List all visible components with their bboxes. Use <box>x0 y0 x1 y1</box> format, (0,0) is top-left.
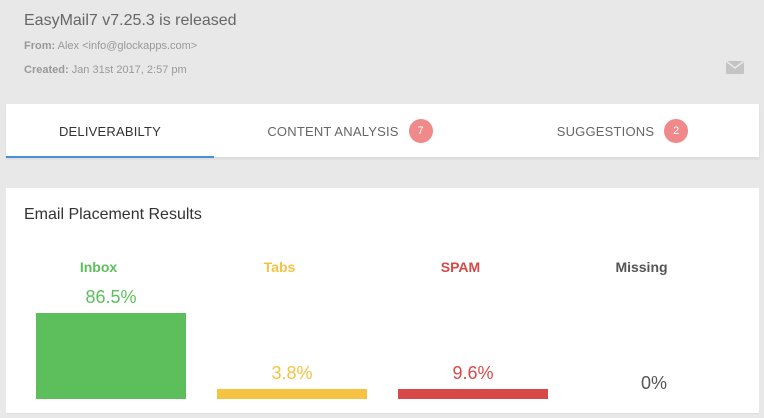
tab-deliverability-label: DELIVERABILTY <box>58 123 162 139</box>
placement-spam: SPAM 9.6% <box>373 188 548 414</box>
created-label: Created: <box>24 64 69 76</box>
envelope-icon[interactable] <box>726 61 744 74</box>
tab-deliverability[interactable]: DELIVERABILTY <box>6 104 214 158</box>
tabs-label: Tabs <box>263 259 296 275</box>
placement-inbox: Inbox 86.5% <box>11 188 186 414</box>
spam-value: 9.6% <box>452 363 494 383</box>
tab-suggestions-label: SUGGESTIONS <box>556 123 655 139</box>
tab-content-analysis[interactable]: CONTENT ANALYSIS 7 <box>214 104 486 158</box>
inbox-value: 86.5% <box>85 286 137 307</box>
placement-results-card: Email Placement Results Inbox 86.5% Tabs… <box>6 188 759 414</box>
email-subject: EasyMail7 v7.25.3 is released <box>24 12 237 29</box>
inbox-bar <box>36 312 186 399</box>
email-header: EasyMail7 v7.25.3 is released From: Alex… <box>0 0 764 104</box>
email-from: From: Alex <info@glockapps.com> <box>24 40 197 52</box>
placement-tabs: Tabs 3.8% <box>192 188 367 414</box>
missing-value: 0% <box>640 373 667 393</box>
from-label: From: <box>24 40 56 52</box>
tab-content-analysis-label: CONTENT ANALYSIS <box>267 123 399 139</box>
spam-label: SPAM <box>440 259 481 275</box>
tabs-value: 3.8% <box>271 363 313 383</box>
result-tabs: DELIVERABILTY CONTENT ANALYSIS 7 SUGGEST… <box>6 104 759 158</box>
active-tab-indicator <box>6 156 214 158</box>
inbox-label: Inbox <box>79 259 118 275</box>
created-value: Jan 31st 2017, 2:57 pm <box>71 64 187 76</box>
tab-suggestions[interactable]: SUGGESTIONS 2 <box>486 104 759 158</box>
tabs-bar <box>217 389 367 399</box>
missing-label: Missing <box>615 259 668 275</box>
from-value: Alex <info@glockapps.com> <box>57 40 198 52</box>
placement-missing: Missing 0% <box>554 188 729 414</box>
email-created: Created: Jan 31st 2017, 2:57 pm <box>24 64 187 76</box>
spam-bar <box>398 389 548 399</box>
suggestions-count-badge: 2 <box>664 119 689 143</box>
content-analysis-count-badge: 7 <box>408 119 433 143</box>
